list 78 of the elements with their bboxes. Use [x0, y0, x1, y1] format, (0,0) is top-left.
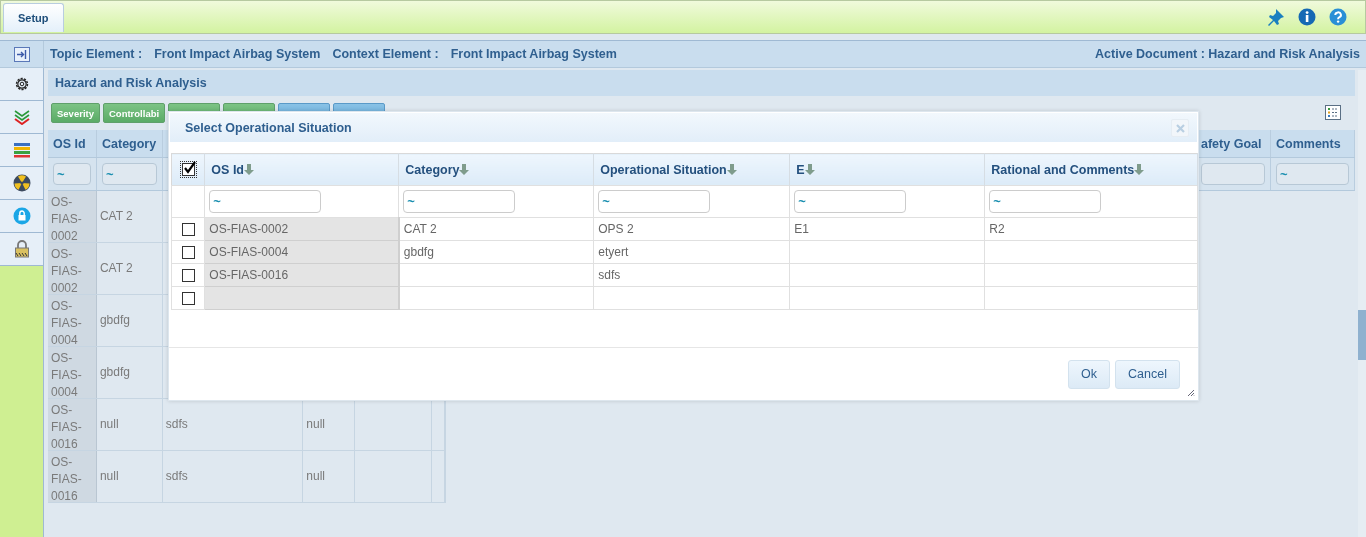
table-cell: OS-FIAS-0016 [209, 268, 289, 282]
column-header[interactable]: Category [97, 130, 163, 157]
ok-button[interactable]: Ok [1068, 359, 1111, 389]
table-cell: sdfs [165, 468, 188, 485]
table-cell-text: OS-FIAS-0016 [51, 454, 83, 505]
sort-arrow-icon[interactable] [1134, 163, 1145, 175]
filter-field[interactable]: ~ [1276, 163, 1349, 185]
radiation-icon[interactable] [12, 174, 31, 192]
table-cell: null [306, 468, 325, 485]
table-cell: CAT 2 [99, 260, 133, 277]
table-cell-text: OS-FIAS-0002 [51, 194, 83, 245]
chevrons-down-icon[interactable] [13, 109, 30, 125]
table-cell: null [99, 468, 119, 485]
topic-element-value: Front Impact Airbag System [154, 47, 321, 61]
table-cell: sdfs [165, 416, 188, 433]
table-cell: OS-FIAS-0002 [209, 222, 289, 236]
filter-field[interactable]: ~ [53, 163, 91, 185]
sort-arrow-icon[interactable] [726, 163, 737, 175]
table-cell: gbdfg [99, 364, 130, 381]
table-cell: gbdfg [99, 312, 130, 329]
filter-field[interactable]: ~ [209, 190, 322, 213]
gear-icon[interactable] [13, 76, 30, 92]
toolbar-button[interactable]: Controllabi [103, 103, 166, 123]
topic-element-label: Topic Element : [50, 47, 143, 61]
table-cell-text: OS-FIAS-0016 [51, 402, 83, 453]
column-header[interactable]: OS Id [204, 153, 399, 186]
column-header[interactable]: OS Id [48, 130, 97, 157]
panel-title: Hazard and Risk Analysis [48, 70, 1355, 96]
filter-field[interactable]: ~ [598, 190, 711, 213]
table-cell: etyert [598, 245, 629, 259]
table-cell-text: OS-FIAS-0004 [51, 298, 83, 349]
context-element-label: Context Element : [332, 47, 439, 61]
pin-icon[interactable] [1267, 8, 1285, 26]
table-cell: CAT 2 [99, 208, 133, 225]
table-cell: null [99, 416, 119, 433]
checkbox[interactable] [181, 245, 195, 259]
collapse-panel-icon[interactable] [13, 46, 30, 62]
active-document-label: Active Document : Hazard and Risk Analysis [1095, 47, 1360, 61]
filter-field[interactable]: ~ [403, 190, 516, 213]
padlock-icon[interactable] [13, 240, 30, 258]
filter-field[interactable]: ~ [989, 190, 1102, 213]
table-cell-text: OS-FIAS-0002 [51, 246, 83, 297]
column-header[interactable]: Comments [1271, 130, 1355, 157]
column-header[interactable]: E [789, 153, 985, 186]
list-settings-icon[interactable] [1325, 105, 1341, 120]
table-cell: OPS 2 [598, 222, 634, 236]
info-icon[interactable] [1298, 8, 1316, 26]
sort-arrow-icon[interactable] [459, 163, 470, 175]
context-element-value: Front Impact Airbag System [450, 47, 617, 61]
column-header[interactable]: Category [398, 153, 594, 186]
scrollbar-thumb[interactable] [1358, 310, 1366, 360]
checkbox[interactable] [181, 163, 195, 176]
table-cell-text: OS-FIAS-0004 [51, 350, 83, 401]
checkbox[interactable] [181, 268, 195, 282]
filter-field[interactable] [1201, 163, 1265, 185]
resize-grip-icon[interactable] [1187, 389, 1195, 397]
dialog-title: Select Operational Situation [185, 120, 352, 135]
filter-field[interactable]: ~ [102, 163, 157, 185]
checkbox[interactable] [181, 291, 195, 305]
setup-tab[interactable]: Setup [3, 3, 64, 32]
table-cell: sdfs [598, 268, 621, 282]
toolbar-button[interactable]: Severity [51, 103, 100, 123]
table-cell: CAT 2 [403, 222, 437, 236]
sort-arrow-icon[interactable] [804, 163, 815, 175]
layers-icon[interactable] [12, 142, 31, 158]
column-header[interactable]: Operational Situation [593, 153, 790, 186]
help-icon[interactable] [1329, 8, 1347, 26]
table-cell: R2 [989, 222, 1005, 236]
filter-field[interactable]: ~ [794, 190, 907, 213]
cancel-button[interactable]: Cancel [1115, 359, 1180, 389]
table-cell: OS-FIAS-0004 [209, 245, 289, 259]
table-cell: null [306, 416, 325, 433]
sort-arrow-icon[interactable] [244, 163, 254, 175]
table-cell: E1 [794, 222, 809, 236]
column-header[interactable]: Rational and Comments [984, 153, 1198, 186]
checkbox[interactable] [181, 222, 195, 236]
lock-icon[interactable] [12, 207, 31, 225]
table-cell: gbdfg [403, 245, 434, 259]
